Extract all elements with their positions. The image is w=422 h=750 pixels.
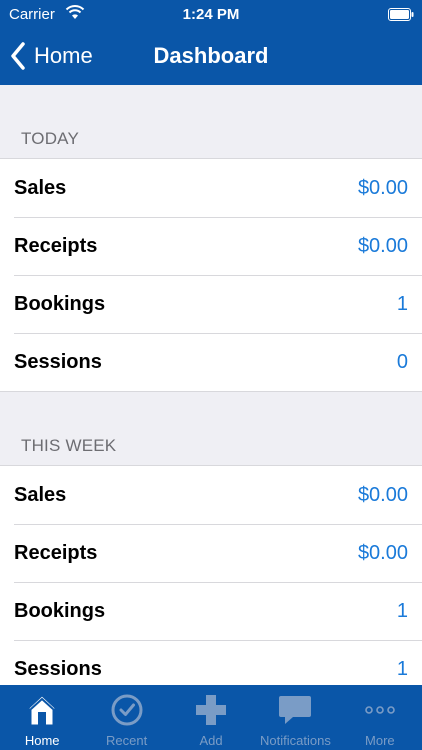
- row-label: Sales: [14, 483, 67, 506]
- row-value: $0.00: [357, 234, 408, 257]
- navigation-bar: Home Dashboard: [0, 30, 422, 85]
- tab-recent[interactable]: Recent: [84, 685, 168, 750]
- tab-label: Notifications: [260, 733, 331, 748]
- row-value: 1: [396, 599, 408, 622]
- status-bar: Carrier 1:24 PM: [0, 0, 422, 30]
- row-label: Sessions: [14, 657, 102, 680]
- table-row[interactable]: Sales $0.00: [0, 466, 422, 524]
- row-value: 0: [396, 350, 408, 373]
- row-label: Sessions: [14, 350, 102, 373]
- dashboard-content[interactable]: TODAY Sales $0.00 Receipts $0.00 Booking…: [0, 85, 422, 685]
- row-label: Sales: [14, 176, 67, 199]
- tab-home[interactable]: Home: [0, 685, 84, 750]
- tab-bar: Home Recent Add Notifications More: [0, 685, 422, 750]
- row-label: Bookings: [14, 292, 106, 315]
- table-row[interactable]: Bookings 1: [0, 582, 422, 640]
- tab-label: Recent: [106, 733, 148, 748]
- more-dots-icon: [362, 692, 398, 728]
- table-row[interactable]: Sales $0.00: [0, 159, 422, 217]
- table-row[interactable]: Receipts $0.00: [0, 217, 422, 275]
- today-group: Sales $0.00 Receipts $0.00 Bookings 1 Se…: [0, 158, 422, 392]
- row-label: Receipts: [14, 541, 98, 564]
- status-time: 1:24 PM: [182, 6, 240, 23]
- house-icon: [24, 692, 60, 728]
- page-title: Dashboard: [153, 43, 269, 68]
- row-value: $0.00: [357, 176, 408, 199]
- table-row[interactable]: Receipts $0.00: [0, 524, 422, 582]
- battery-icon: [388, 8, 414, 21]
- tab-label: Home: [24, 733, 60, 748]
- plus-icon: [193, 692, 229, 728]
- table-row[interactable]: Sessions 0: [0, 333, 422, 391]
- tab-notifications[interactable]: Notifications: [253, 685, 337, 750]
- row-value: 1: [396, 292, 408, 315]
- speech-bubble-icon: [277, 692, 313, 728]
- table-row[interactable]: Sessions 1: [0, 640, 422, 685]
- clock-icon: [109, 692, 145, 728]
- row-value: $0.00: [357, 483, 408, 506]
- row-value: $0.00: [357, 541, 408, 564]
- tab-more[interactable]: More: [338, 685, 422, 750]
- section-header-this-week: THIS WEEK: [21, 436, 117, 455]
- row-label: Receipts: [14, 234, 98, 257]
- top-bar: Carrier 1:24 PM Home Dashboard: [0, 0, 422, 85]
- section-header-today: TODAY: [21, 129, 79, 148]
- tab-add[interactable]: Add: [169, 685, 253, 750]
- row-value: 1: [396, 657, 408, 680]
- this-week-group: Sales $0.00 Receipts $0.00 Bookings 1 Se…: [0, 465, 422, 685]
- tab-label: More: [365, 733, 395, 748]
- row-label: Bookings: [14, 599, 106, 622]
- table-row[interactable]: Bookings 1: [0, 275, 422, 333]
- tab-label: Add: [199, 733, 223, 748]
